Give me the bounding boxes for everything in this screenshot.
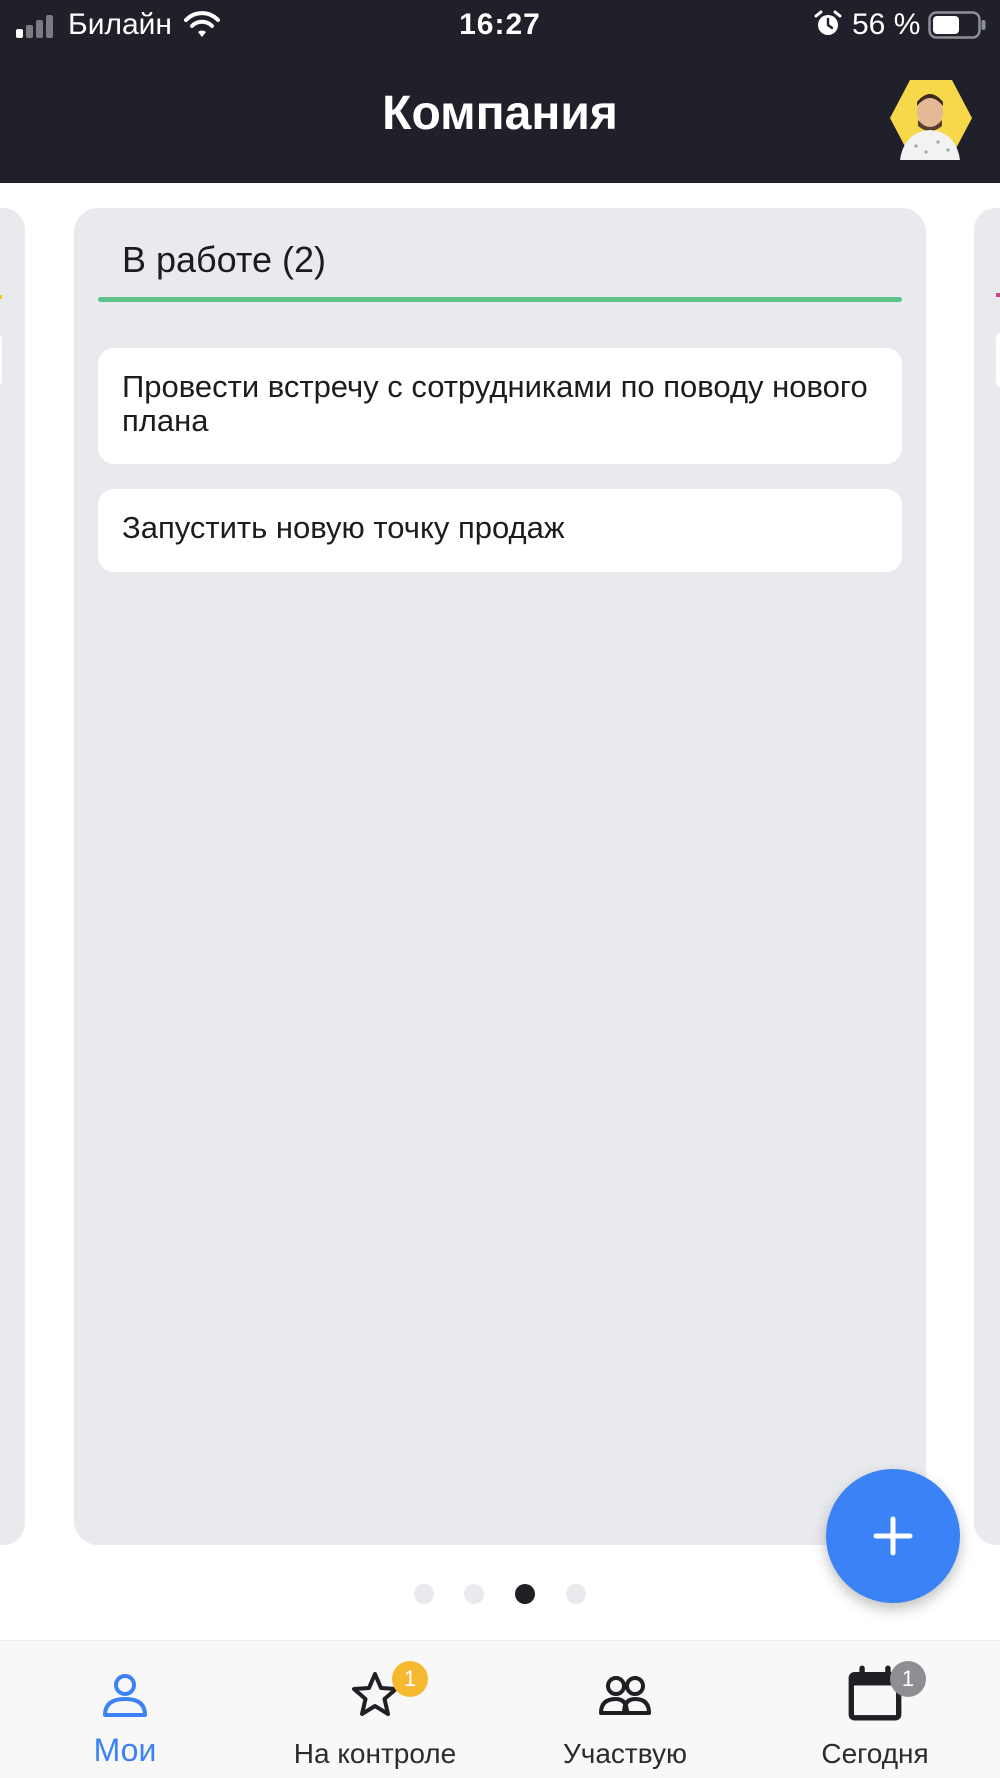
next-column-accent [996,293,1000,297]
page-dot-active[interactable] [515,1584,535,1604]
tab-label: Участвую [562,1738,688,1769]
next-column[interactable] [974,208,1000,1545]
avatar[interactable] [888,76,974,160]
previous-column-card [0,330,2,390]
notification-badge: 1 [890,1661,926,1697]
kanban-board[interactable]: В работе (2) Провести встречу с сотрудни… [0,183,1000,1640]
previous-column-accent [0,295,2,299]
tab-label: Сегодня [821,1738,929,1769]
page-dot[interactable] [566,1584,586,1604]
tab-label: На контроле [293,1738,457,1769]
alarm-icon [814,10,842,35]
task-card-title: Провести встречу с сотрудниками по повод… [122,369,868,438]
user-icon [103,1674,147,1717]
status-bar: Билайн 16:27 56 % [0,0,1000,50]
page-dot[interactable] [414,1584,434,1604]
tab-control[interactable]: 1 На контроле [250,1641,500,1778]
plus-icon [873,1516,913,1556]
column-title: В работе (2) [122,239,327,280]
task-card[interactable]: Запустить новую точку продаж [98,489,902,572]
add-task-button[interactable] [826,1469,960,1603]
task-card[interactable]: Провести встречу с сотрудниками по повод… [98,348,902,464]
column-accent-line [98,297,902,302]
notification-badge: 1 [392,1661,428,1697]
tab-participating[interactable]: Участвую [500,1641,750,1778]
tab-bar: Мои 1 На контроле Участвую 1 Сегодня [0,1640,1000,1778]
tab-label: Мои [93,1732,157,1768]
tab-today[interactable]: 1 Сегодня [750,1641,1000,1778]
app-header: Билайн 16:27 56 % Компания [0,0,1000,183]
page-dot[interactable] [464,1584,484,1604]
next-column-card [996,330,1000,390]
column-in-progress: В работе (2) Провести встречу с сотрудни… [74,208,926,1545]
page-title: Компания [382,87,618,140]
battery-percent: 56 % [852,8,921,41]
task-card-title: Запустить новую точку продаж [122,510,565,545]
battery-icon [928,11,986,39]
status-time: 16:27 [459,8,541,41]
tab-mine[interactable]: Мои [0,1641,250,1778]
people-icon [599,1676,651,1715]
previous-column[interactable] [0,208,25,1545]
